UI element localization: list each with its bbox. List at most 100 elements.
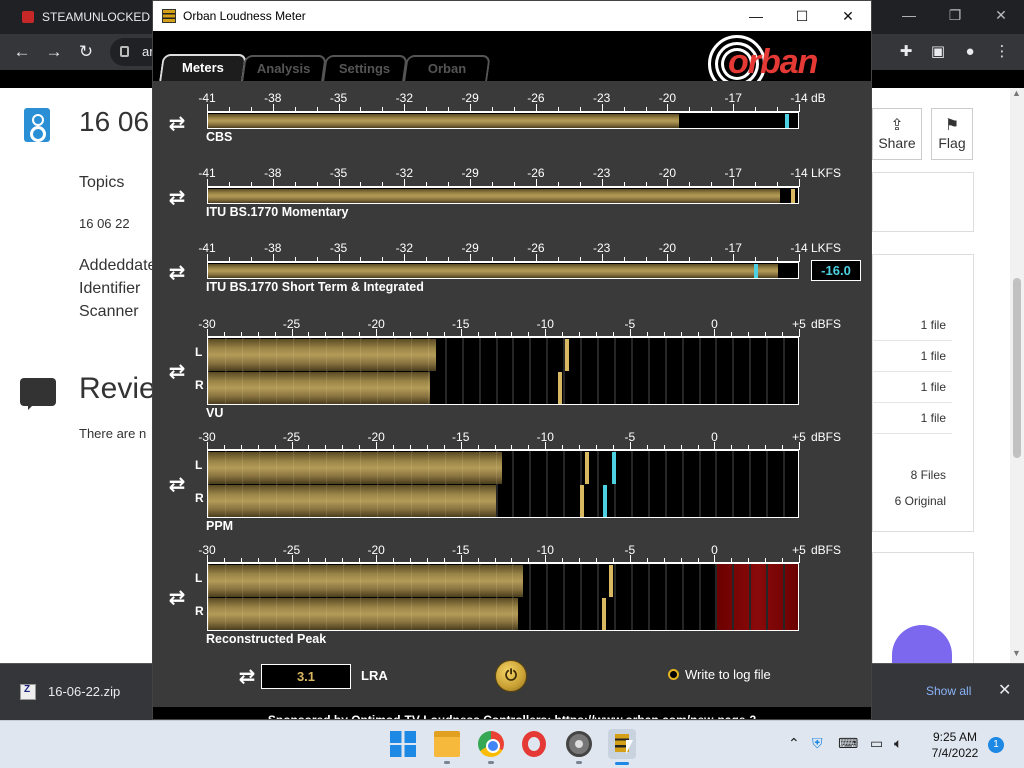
fill-segment <box>258 372 260 404</box>
file-row[interactable]: 1 file <box>872 372 952 403</box>
files-total[interactable]: 8 Files <box>872 468 952 482</box>
fill-segment <box>258 598 260 630</box>
scale-tick-label: -35 <box>329 241 348 255</box>
topics-label: Topics <box>79 174 125 191</box>
reviews-speech-bubble-icon <box>20 378 56 410</box>
flag-button[interactable]: ⚑ Flag <box>931 108 973 160</box>
defender-shield-icon[interactable]: ⛨ <box>812 735 823 752</box>
scrollbar-thumb[interactable] <box>1013 278 1021 458</box>
peak-hold-marker <box>564 339 569 371</box>
fill-segment <box>224 598 226 630</box>
profile-avatar-icon[interactable]: ● <box>958 40 982 64</box>
scale-tick-label: -38 <box>264 241 282 255</box>
fill-segment <box>394 452 396 484</box>
mouse-cursor-icon <box>626 740 633 754</box>
browser-menu-icon[interactable]: ⋮ <box>990 40 1014 64</box>
channel-label-l: L <box>195 458 203 472</box>
minimize-icon[interactable]: — <box>733 1 779 31</box>
file-row[interactable]: 1 file <box>872 310 952 341</box>
meter-name-label: CBS <box>206 130 233 144</box>
meter-segment <box>715 564 718 630</box>
close-icon[interactable]: ✕ <box>825 1 871 31</box>
page-scrollbar[interactable]: ▲ ▼ <box>1010 88 1024 663</box>
meter-segment <box>783 451 786 517</box>
browser-restore-icon[interactable]: ❐ <box>932 0 978 30</box>
scroll-up-icon[interactable]: ▲ <box>1012 88 1021 98</box>
browser-minimize-icon[interactable]: — <box>886 0 932 30</box>
meter-reset-icon[interactable]: ⇄ <box>167 185 187 210</box>
fill-segment <box>427 372 429 404</box>
power-button[interactable]: ⏻ <box>495 660 527 692</box>
back-arrow-icon[interactable]: ← <box>10 40 34 64</box>
fill-segment <box>208 339 209 371</box>
reviews-title: Revie <box>79 372 156 405</box>
reload-icon[interactable]: ↻ <box>74 40 98 64</box>
meter-name-label: VU <box>206 406 224 420</box>
fill-segment <box>241 485 243 517</box>
meter-reset-icon[interactable]: ⇄ <box>167 260 187 285</box>
download-file-name[interactable]: 16-06-22.zip <box>48 684 120 699</box>
fill-segment <box>343 372 345 404</box>
close-download-shelf-icon[interactable]: ✕ <box>998 680 1011 700</box>
meter-segment <box>546 338 549 404</box>
notification-badge[interactable]: 1 <box>988 737 1004 753</box>
tray-chevron-up-icon[interactable]: ⌃ <box>788 735 800 752</box>
channel-label-l: L <box>195 345 203 359</box>
file-row[interactable]: 1 file <box>872 341 952 372</box>
chrome-icon[interactable] <box>478 731 504 757</box>
tab-orban[interactable]: Orban <box>403 55 491 81</box>
meter-segment <box>783 564 786 630</box>
share-button[interactable]: ⇪ Share <box>872 108 922 160</box>
display-icon[interactable]: ▭ <box>870 735 883 752</box>
fill-segment <box>275 452 277 484</box>
volume-icon[interactable]: 🔈︎ <box>894 735 902 752</box>
share-label: Share <box>878 135 916 151</box>
meter-segment <box>715 451 718 517</box>
files-original[interactable]: 6 Original <box>872 494 952 508</box>
meter-segment <box>529 451 532 517</box>
side-panel-icon[interactable]: ▣ <box>926 40 950 64</box>
media-player-icon[interactable] <box>566 731 592 757</box>
meter-reset-icon[interactable]: ⇄ <box>167 359 187 384</box>
browser-close-icon[interactable]: ✕ <box>978 0 1024 30</box>
forward-arrow-icon[interactable]: → <box>42 40 66 64</box>
file-row[interactable]: 1 file <box>872 403 952 434</box>
tab-analysis[interactable]: Analysis <box>241 55 327 81</box>
scale-unit-label: dBFS <box>811 430 842 444</box>
fill-segment <box>377 339 379 371</box>
peak-hold-marker <box>557 372 562 404</box>
bottom-controls: ⇄ 3.1 LRA ⏻ Write to log file <box>153 656 871 696</box>
file-explorer-icon[interactable] <box>434 731 460 757</box>
meter-segment <box>563 451 566 517</box>
opera-icon[interactable] <box>522 731 546 757</box>
browser-tab[interactable]: STEAMUNLOCKED » <box>8 4 154 34</box>
system-clock[interactable]: 9:25 AM 7/4/2022 <box>920 729 990 761</box>
meter-reset-icon[interactable]: ⇄ <box>167 111 187 136</box>
scale-tick-label: -38 <box>264 91 282 105</box>
meter-segment <box>580 564 583 630</box>
scale-tick-label: -41 <box>198 241 216 255</box>
tab-meters[interactable]: Meters <box>159 54 247 82</box>
write-log-radio[interactable] <box>668 669 679 680</box>
meter-reset-icon[interactable]: ⇄ <box>167 585 187 610</box>
keyboard-icon[interactable]: ⌨ <box>838 735 858 752</box>
extensions-puzzle-icon[interactable]: ✚ <box>894 40 918 64</box>
scale-unit-label: dBFS <box>811 317 842 331</box>
fill-segment <box>241 339 243 371</box>
fill-segment <box>208 598 209 630</box>
fill-segment <box>326 598 328 630</box>
page-title: 16 06 <box>79 106 150 137</box>
scale-tick-label: -14 <box>790 241 808 255</box>
meter-reset-icon[interactable]: ⇄ <box>167 472 187 497</box>
lra-reset-icon[interactable]: ⇄ <box>237 664 257 689</box>
sponsor-banner[interactable]: Sponsored by Optimod-TV Loudness Control… <box>153 707 871 719</box>
meter-level-fill <box>208 485 496 517</box>
maximize-icon[interactable]: ☐ <box>779 1 825 31</box>
topics-value[interactable]: 16 06 22 <box>79 216 130 231</box>
tab-settings[interactable]: Settings <box>322 55 408 81</box>
fill-segment <box>377 598 379 630</box>
scroll-down-icon[interactable]: ▼ <box>1012 648 1021 658</box>
peak-hold-marker <box>601 598 606 630</box>
show-all-button[interactable]: Show all <box>926 684 971 698</box>
windows-start-icon[interactable] <box>390 731 416 757</box>
